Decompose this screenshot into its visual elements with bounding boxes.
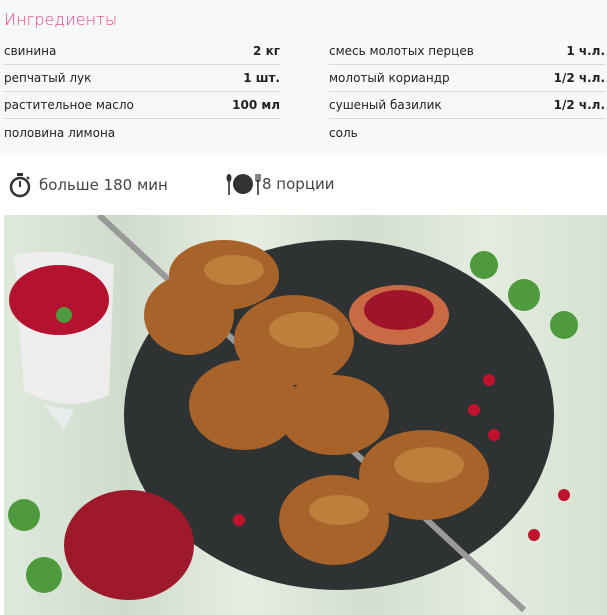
recipe-photo [4,215,607,615]
ingredient-row: соль [329,119,605,146]
ingredient-row: растительное масло 100 мл [4,92,280,119]
ingredients-title: Ингредиенты [4,10,118,29]
ingredient-name: половина лимона [4,125,116,140]
ingredient-qty: 100 мл [232,98,280,112]
ingredient-qty: 2 кг [253,44,280,58]
ingredient-row: репчатый лук 1 шт. [4,65,280,92]
ingredient-row: молотый кориандр 1/2 ч.л. [329,65,605,92]
ingredient-qty: 1 шт. [243,71,280,85]
ingredients-left-column: свинина 2 кг репчатый лук 1 шт. растительн… [4,38,280,146]
ingredient-name: растительное масло [4,98,134,112]
plate-cutlery-icon [226,174,261,195]
ingredient-name: молотый кориандр [329,71,450,85]
ingredient-row: свинина 2 кг [4,38,280,65]
ingredient-row: половина лимона [4,119,280,146]
ingredient-name: смесь молотых перцев [329,44,474,58]
ingredient-qty: 1/2 ч.л. [553,71,605,85]
ingredient-qty: 1/2 ч.л. [553,98,605,112]
ingredients-panel: Ингредиенты свинина 2 кг репчатый лук 1 шт… [0,0,607,153]
stopwatch-icon [9,173,31,198]
ingredient-row: смесь молотых перцев 1 ч.л. [329,38,605,65]
servings-text: 8 порции [262,175,335,193]
ingredient-name: свинина [4,44,57,58]
shashlik-image [8,215,578,613]
cooking-time: больше 180 мин [8,172,168,198]
ingredient-name: сушеный базилик [329,98,442,112]
ingredients-right-column: смесь молотых перцев 1 ч.л. молотый кориа… [329,38,605,146]
ingredient-row: сушеный базилик 1/2 ч.л. [329,92,605,119]
servings: 8 порции [226,172,335,196]
ingredient-qty: 1 ч.л. [566,44,605,58]
cooking-time-text: больше 180 мин [39,176,168,194]
ingredient-name: соль [329,125,358,140]
ingredient-name: репчатый лук [4,71,92,85]
